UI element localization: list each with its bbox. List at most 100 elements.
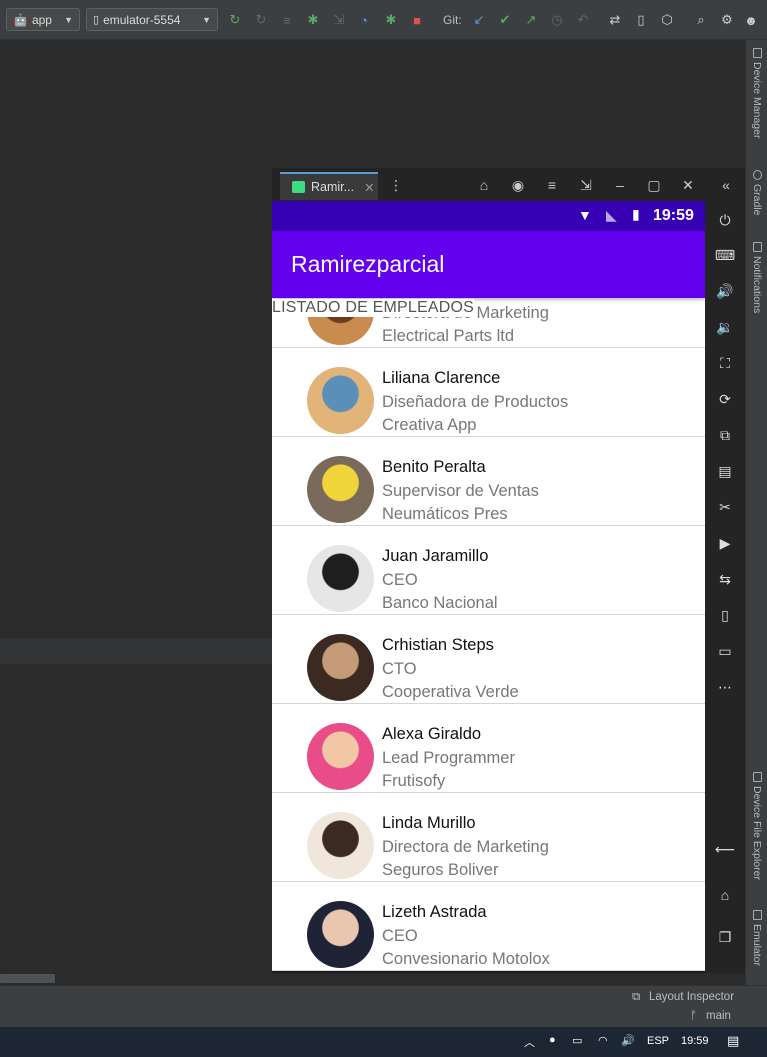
taskbar-clock[interactable]: 19:59 bbox=[681, 1035, 709, 1047]
apk-icon[interactable]: ▤ bbox=[715, 461, 735, 481]
vibrate-icon[interactable]: ▯ bbox=[715, 605, 735, 625]
right-tool-strip: Device Manager Gradle Notifications Devi… bbox=[745, 40, 767, 985]
list-item[interactable]: Alexa Giraldo Lead Programmer Frutisofy bbox=[272, 704, 705, 793]
run-config-label: app bbox=[31, 12, 52, 27]
search-icon[interactable]: ⌕ bbox=[692, 11, 710, 29]
run-config-select[interactable]: 🤖 app ▼ bbox=[6, 8, 80, 31]
git-history-icon[interactable]: ◷ bbox=[548, 11, 566, 29]
minimize-icon[interactable]: – bbox=[610, 176, 630, 194]
maximize-icon[interactable]: ▢ bbox=[644, 176, 664, 194]
sdk-manager-icon[interactable]: ⬡ bbox=[658, 11, 676, 29]
notifications-label: Notifications bbox=[751, 256, 763, 314]
list-heading: LISTADO DE EMPLEADOS bbox=[272, 299, 474, 317]
notifications-tab[interactable]: Notifications bbox=[746, 242, 767, 313]
git-update-icon[interactable]: ↙ bbox=[470, 11, 488, 29]
microphone-icon[interactable]: ● bbox=[549, 1034, 556, 1046]
swap-icon[interactable]: ⇆ bbox=[715, 569, 735, 589]
folder-icon[interactable]: ▭ bbox=[715, 641, 735, 661]
debug-icon[interactable]: ✱ bbox=[304, 11, 322, 29]
employee-list[interactable]: Directora de Marketing Electrical Parts l… bbox=[272, 299, 705, 971]
employee-role: CEO bbox=[382, 571, 418, 589]
language-indicator[interactable]: ESP bbox=[647, 1035, 669, 1047]
rotate-icon[interactable]: ⟳ bbox=[715, 389, 735, 409]
wifi-icon[interactable]: ◠ bbox=[598, 1034, 608, 1047]
emulator-tab[interactable]: Ramir... ✕ bbox=[280, 172, 378, 200]
gear-icon[interactable]: ⚙ bbox=[718, 11, 736, 29]
list-item[interactable]: Linda Murillo Directora de Marketing Segur… bbox=[272, 793, 705, 882]
volume-down-icon[interactable]: 🔉 bbox=[715, 317, 735, 337]
collapse-icon[interactable]: « bbox=[716, 176, 736, 194]
more-icon[interactable]: ⋯ bbox=[715, 677, 735, 697]
emulator-controls: ⏻ ⌨ 🔊 🔉 ⛶ ⟳ ⧉ ▤ ✂ ▶ ⇆ ▯ ▭ ⋯ ⟵ ⌂ ❐ bbox=[705, 201, 745, 973]
employee-company: Neumáticos Pres bbox=[382, 505, 508, 523]
avatar bbox=[307, 367, 374, 434]
volume-up-icon[interactable]: 🔊 bbox=[715, 281, 735, 301]
apply-code-icon[interactable]: ≡ bbox=[278, 11, 296, 29]
avatar bbox=[307, 634, 374, 701]
avd-manager-icon[interactable]: ⇄ bbox=[606, 11, 624, 29]
apply-changes-icon[interactable]: ↻ bbox=[252, 11, 270, 29]
android-status-bar: ▼ ◣ ▮ 19:59 bbox=[272, 201, 705, 231]
emulator-tab-title: Ramir... bbox=[311, 180, 355, 194]
git-branch-label[interactable]: main bbox=[706, 1010, 731, 1022]
git-label: Git: bbox=[443, 13, 462, 27]
git-push-icon[interactable]: ↗ bbox=[522, 11, 540, 29]
notifications-icon[interactable]: ▤ bbox=[727, 1033, 739, 1049]
gamepad-icon[interactable]: ⌂ bbox=[474, 176, 494, 194]
android-icon: 🤖 bbox=[13, 12, 28, 27]
fold-icon[interactable]: ⧉ bbox=[715, 425, 735, 445]
chevron-up-icon[interactable]: ︿ bbox=[524, 1034, 535, 1050]
profiler-icon[interactable]: ◔ bbox=[355, 11, 373, 29]
device-manager-icon[interactable]: ▯ bbox=[632, 11, 650, 29]
employee-role: Directora de Marketing bbox=[382, 838, 549, 856]
record-icon[interactable]: ▶ bbox=[715, 533, 735, 553]
employee-role: Supervisor de Ventas bbox=[382, 482, 539, 500]
close-icon[interactable]: ✕ bbox=[678, 176, 698, 194]
layout-inspector-label[interactable]: Layout Inspector bbox=[649, 991, 734, 1003]
battery-icon[interactable]: ▭ bbox=[572, 1034, 582, 1047]
bug-icon[interactable]: ✱ bbox=[382, 11, 400, 29]
file-explorer-icon bbox=[752, 772, 762, 782]
app-bar: Ramirezparcial bbox=[272, 231, 705, 298]
close-tab-icon[interactable]: ✕ bbox=[364, 180, 374, 195]
menu-icon[interactable]: ≡ bbox=[542, 176, 562, 194]
employee-name: Lizeth Astrada bbox=[382, 903, 487, 921]
speaker-icon[interactable]: 🔊 bbox=[621, 1034, 635, 1047]
screenshot-icon[interactable]: ⛶ bbox=[715, 353, 735, 373]
git-rollback-icon[interactable]: ↶ bbox=[574, 11, 592, 29]
more-options-icon[interactable]: ⋮ bbox=[386, 176, 406, 194]
avatar bbox=[307, 545, 374, 612]
resize-icon[interactable]: ⇲ bbox=[576, 176, 596, 194]
device-file-explorer-tab[interactable]: Device File Explorer bbox=[746, 772, 767, 880]
list-item[interactable]: Lizeth Astrada CEO Convesionario Motolox bbox=[272, 882, 705, 971]
avatar bbox=[307, 812, 374, 879]
device-select[interactable]: ▯ emulator-5554 ▼ bbox=[86, 8, 218, 31]
emulator-window: Ramir... ✕ ⋮ ⌂ ◉ ≡ ⇲ – ▢ ✕ « ▼ ◣ ▮ 19:59… bbox=[272, 168, 745, 973]
list-item[interactable]: Crhistian Steps CTO Cooperativa Verde bbox=[272, 615, 705, 704]
account-icon[interactable]: ◉ bbox=[508, 176, 528, 194]
avatar bbox=[307, 456, 374, 523]
gradle-tab[interactable]: Gradle bbox=[746, 170, 767, 216]
status-clock: 19:59 bbox=[653, 207, 694, 224]
list-item[interactable]: Liliana Clarence Diseñadora de Productos C… bbox=[272, 348, 705, 437]
ide-toolbar: 🤖 app ▼ ▯ emulator-5554 ▼ ↻ ↻ ≡ ✱ ⇲ ◔ ✱ … bbox=[0, 0, 767, 40]
keyboard-icon[interactable]: ⌨ bbox=[715, 245, 735, 265]
emulator-tab[interactable]: Emulator bbox=[746, 910, 767, 966]
device-manager-tab[interactable]: Device Manager bbox=[746, 48, 767, 138]
home-icon[interactable]: ⌂ bbox=[715, 885, 735, 905]
horizontal-scrollbar[interactable] bbox=[0, 974, 55, 983]
back-icon[interactable]: ⟵ bbox=[715, 839, 735, 859]
account-icon[interactable]: ☻ bbox=[742, 11, 760, 29]
overview-icon[interactable]: ❐ bbox=[715, 927, 735, 947]
cut-icon[interactable]: ✂ bbox=[715, 497, 735, 517]
employee-company: Cooperativa Verde bbox=[382, 683, 519, 701]
power-icon[interactable]: ⏻ bbox=[715, 210, 735, 230]
branch-icon: ᚠ bbox=[690, 1010, 697, 1022]
stop-icon[interactable]: ■ bbox=[408, 11, 426, 29]
rerun-icon[interactable]: ↻ bbox=[226, 11, 244, 29]
git-commit-icon[interactable]: ✔ bbox=[496, 11, 514, 29]
list-item[interactable]: Benito Peralta Supervisor de Ventas Neumát… bbox=[272, 437, 705, 526]
attach-debugger-icon[interactable]: ⇲ bbox=[330, 11, 348, 29]
list-item[interactable]: Juan Jaramillo CEO Banco Nacional bbox=[272, 526, 705, 615]
employee-role: CTO bbox=[382, 660, 417, 678]
